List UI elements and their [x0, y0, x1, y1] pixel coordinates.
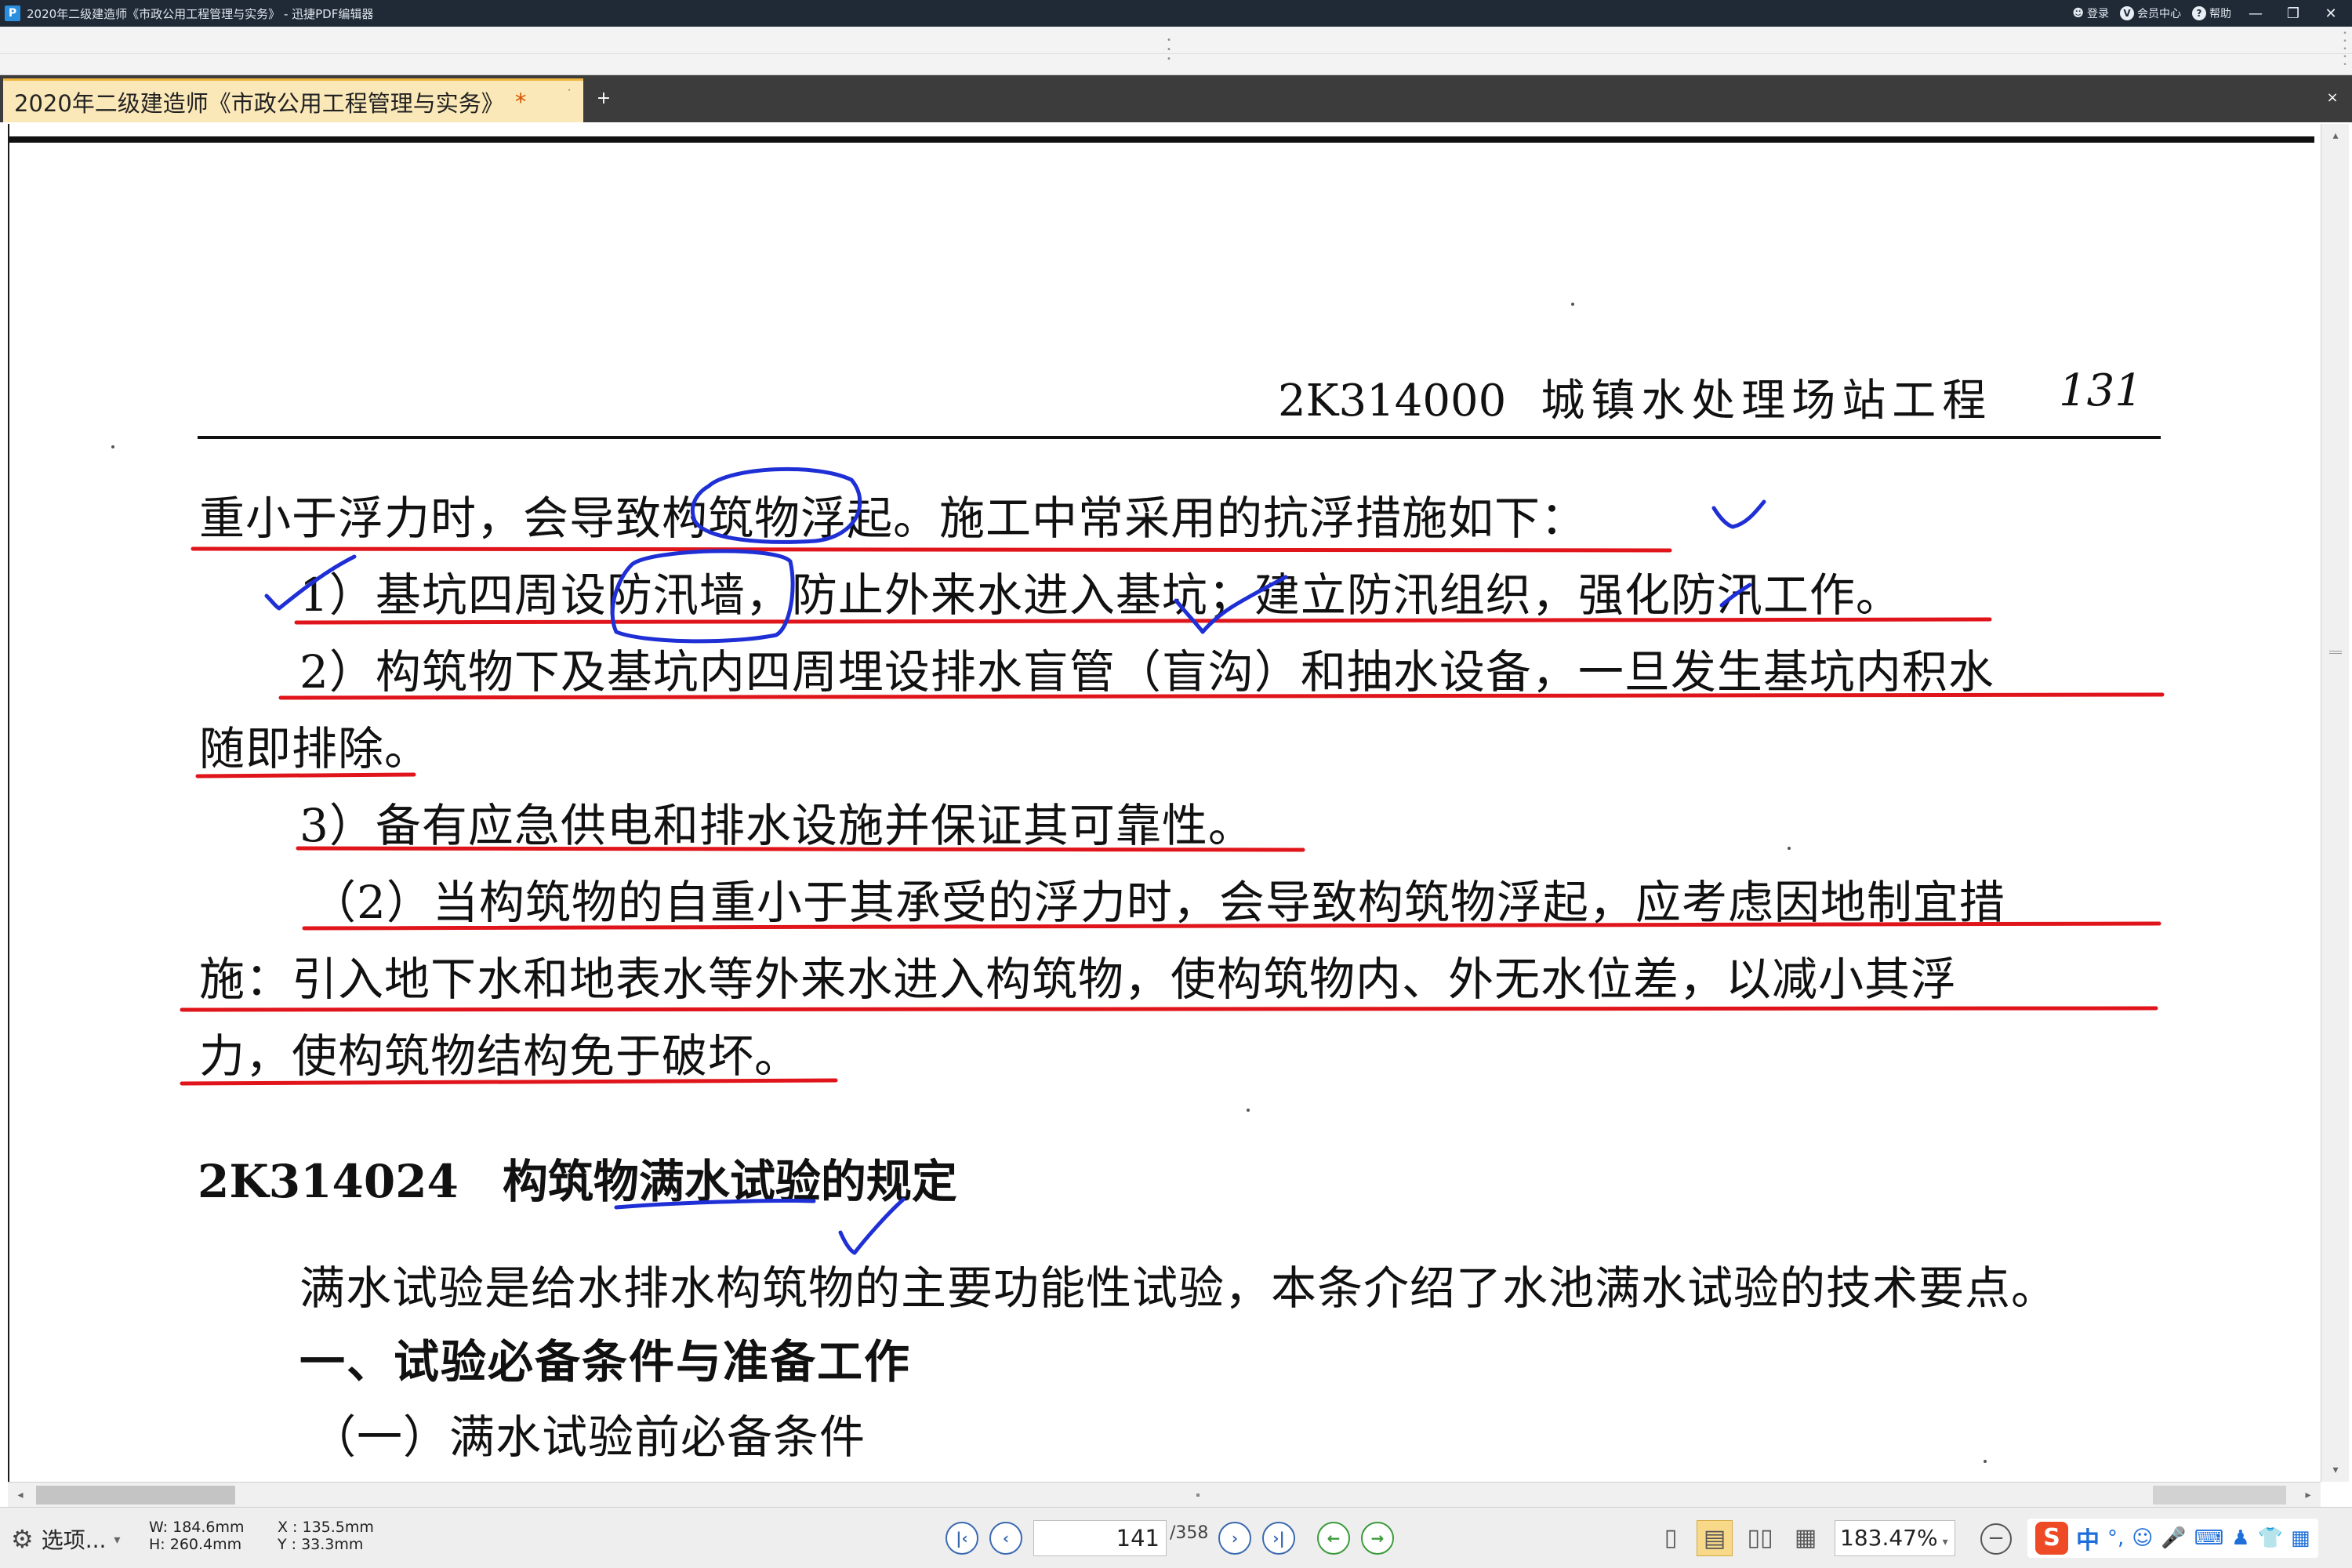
document-tabbar: 2020年二级建造师《市政公用工程管理与实务》 * ˙ + ×	[0, 75, 2352, 122]
scan-speck	[111, 445, 114, 448]
scroll-track-segment	[2153, 1486, 2286, 1504]
scroll-thumb[interactable]	[36, 1486, 235, 1504]
login-label: 登录	[2087, 8, 2109, 20]
cursor-coordinates: X : 135.5mm Y : 33.3mm	[278, 1519, 374, 1553]
close-window-button[interactable]: ✕	[2318, 5, 2344, 22]
header-rule	[198, 436, 2161, 439]
close-all-tabs-button[interactable]: ×	[2321, 86, 2344, 110]
grid-view-icon[interactable]: ▦	[1788, 1520, 1824, 1556]
running-header: 2K314000 城镇水处理场站工程	[1278, 365, 1992, 429]
ime-toolbar[interactable]: S 中 °, ☺ 🎤 ⌨ ♟ 👕 ▦	[2027, 1519, 2318, 1558]
text-line: （2）当构筑物的自重小于其承受的浮力时，会导致构筑物浮起，应考虑因地制宜措	[310, 876, 2005, 929]
page-edge	[9, 136, 2314, 143]
horizontal-scrollbar[interactable]: ◂ ▸	[8, 1482, 2321, 1507]
ribbon-divider	[0, 53, 2352, 54]
continuous-view-icon[interactable]: ▤	[1697, 1520, 1733, 1556]
ribbon-side-grip[interactable]: • • • • •	[2343, 30, 2347, 72]
keyboard-icon[interactable]: ⌨	[2194, 1526, 2224, 1550]
member-center-label: 会员中心	[2137, 8, 2181, 20]
last-page-icon[interactable]: ›|	[1262, 1522, 1295, 1555]
ime-language-toggle[interactable]: 中	[2076, 1521, 2100, 1555]
running-header-code: 2K314000	[1278, 376, 1507, 426]
login-button[interactable]: ☻ 登录	[2072, 5, 2109, 21]
scan-speck	[1984, 1460, 1987, 1463]
section-code: 2K314024	[198, 1155, 459, 1208]
page-height: H: 260.4mm	[149, 1536, 242, 1553]
user-icon[interactable]: ♟	[2231, 1526, 2249, 1550]
new-tab-button[interactable]: +	[590, 83, 618, 114]
forward-icon[interactable]: →	[1361, 1522, 1394, 1555]
scroll-right-arrow-icon[interactable]: ▸	[2296, 1483, 2321, 1508]
toolbox-icon[interactable]: ▦	[2291, 1526, 2310, 1550]
intro-paragraph: 满水试验是给水排水构筑物的主要功能性试验，本条介绍了水池满水试验的技术要点。	[299, 1261, 2058, 1315]
vip-icon: V	[2120, 6, 2134, 20]
zoom-dropdown-icon: ▾	[1942, 1536, 1948, 1548]
vertical-scrollbar[interactable]: ▴ ▾	[2321, 124, 2349, 1482]
tab-close-icon[interactable]: ˙	[566, 87, 572, 102]
zoom-value: 183.47%	[1840, 1525, 1938, 1551]
scan-speck	[1247, 1109, 1250, 1112]
page-number: 131	[2059, 365, 2143, 416]
options-label: 选项...	[41, 1527, 107, 1553]
help-icon: ?	[2192, 6, 2206, 20]
back-icon[interactable]: ←	[1317, 1522, 1350, 1555]
help-label: 帮助	[2209, 8, 2231, 20]
cursor-y: Y : 33.3mm	[278, 1536, 364, 1553]
text-line: 1）基坑四周设防汛墙，防止外来水进入基坑；建立防汛组织，强化防汛工作。	[299, 568, 1902, 622]
member-center-button[interactable]: V 会员中心	[2120, 5, 2181, 21]
help-button[interactable]: ? 帮助	[2192, 5, 2231, 21]
microphone-icon[interactable]: 🎤	[2161, 1526, 2186, 1550]
single-page-view-icon[interactable]: ▯	[1653, 1520, 1689, 1556]
next-page-icon[interactable]: ›	[1218, 1522, 1251, 1555]
facing-view-icon[interactable]: ▯▯	[1742, 1520, 1778, 1556]
text-line: 随即排除。	[199, 722, 431, 775]
subheading-2: （一）满水试验前必备条件	[310, 1410, 866, 1464]
options-button[interactable]: ⚙ 选项... ▾	[11, 1523, 120, 1555]
section-heading: 2K314024 构筑物满水试验的规定	[198, 1145, 957, 1210]
ribbon-expand-grip[interactable]: • • •	[1167, 36, 1171, 66]
tab-document[interactable]: 2020年二级建造师《市政公用工程管理与实务》 * ˙	[3, 78, 583, 122]
text-line: 重小于浮力时，会导致构筑物浮起。施工中常采用的抗浮措施如下：	[199, 492, 1588, 545]
section-title: 构筑物满水试验的规定	[502, 1155, 957, 1208]
text-line: 2）构筑物下及基坑内四周埋设排水盲管（盲沟）和抽水设备，一旦发生基坑内积水	[299, 645, 1994, 699]
page-width: W: 184.6mm	[149, 1519, 245, 1536]
titlebar-actions: ☻ 登录 V 会员中心 ? 帮助 — ❐ ✕	[2072, 5, 2344, 22]
page-dimensions: W: 184.6mm H: 260.4mm	[149, 1519, 245, 1553]
scroll-thumb-grip[interactable]	[2329, 651, 2342, 654]
subheading-1: 一、试验必备条件与准备工作	[299, 1335, 912, 1388]
zoom-out-icon[interactable]: −	[1980, 1523, 2012, 1555]
text-line: 3）备有应急供电和排水设施并保证其可靠性。	[299, 799, 1254, 852]
scroll-up-arrow-icon[interactable]: ▴	[2321, 124, 2350, 147]
tab-label: 2020年二级建造师《市政公用工程管理与实务》	[14, 89, 504, 117]
sogou-ime-icon[interactable]: S	[2035, 1522, 2068, 1555]
app-logo-icon: P	[5, 5, 20, 21]
scan-speck	[1571, 303, 1574, 306]
cursor-x: X : 135.5mm	[278, 1519, 374, 1536]
running-header-title: 城镇水处理场站工程	[1541, 376, 1993, 426]
ribbon-collapsed: • • • • • • • •	[0, 27, 2352, 75]
zoom-level-select[interactable]: 183.47% ▾	[1835, 1520, 1955, 1556]
text-line: 力，使构筑物结构免于破坏。	[199, 1029, 801, 1083]
window-title: 2020年二级建造师《市政公用工程管理与实务》 - 迅捷PDF编辑器	[27, 7, 374, 21]
minimize-button[interactable]: —	[2242, 5, 2269, 22]
statusbar: ⚙ 选项... ▾ W: 184.6mm H: 260.4mm X : 135.…	[0, 1507, 2352, 1568]
skin-icon[interactable]: 👕	[2258, 1526, 2283, 1550]
scroll-left-arrow-icon[interactable]: ◂	[8, 1483, 33, 1508]
window-titlebar: P 2020年二级建造师《市政公用工程管理与实务》 - 迅捷PDF编辑器 ☻ 登…	[0, 0, 2352, 27]
options-dropdown-icon: ▾	[114, 1531, 121, 1547]
text-line: 施：引入地下水和地表水等外来水进入构筑物，使构筑物内、外无水位差，以减小其浮	[199, 953, 1958, 1006]
user-icon: ☻	[2072, 7, 2084, 20]
scroll-down-arrow-icon[interactable]: ▾	[2321, 1458, 2350, 1482]
total-pages: /358	[1170, 1523, 1209, 1543]
first-page-icon[interactable]: |‹	[946, 1522, 978, 1555]
restore-button[interactable]: ❐	[2280, 5, 2307, 22]
scroll-center-mark	[1196, 1494, 1200, 1497]
gear-icon: ⚙	[11, 1524, 34, 1554]
emoji-icon[interactable]: ☺	[2132, 1526, 2153, 1550]
punctuation-icon[interactable]: °,	[2107, 1526, 2124, 1550]
prev-page-icon[interactable]: ‹	[989, 1522, 1022, 1555]
page-number-input[interactable]: 141	[1033, 1520, 1167, 1556]
modified-indicator: *	[514, 88, 527, 115]
scan-speck	[1788, 847, 1791, 850]
